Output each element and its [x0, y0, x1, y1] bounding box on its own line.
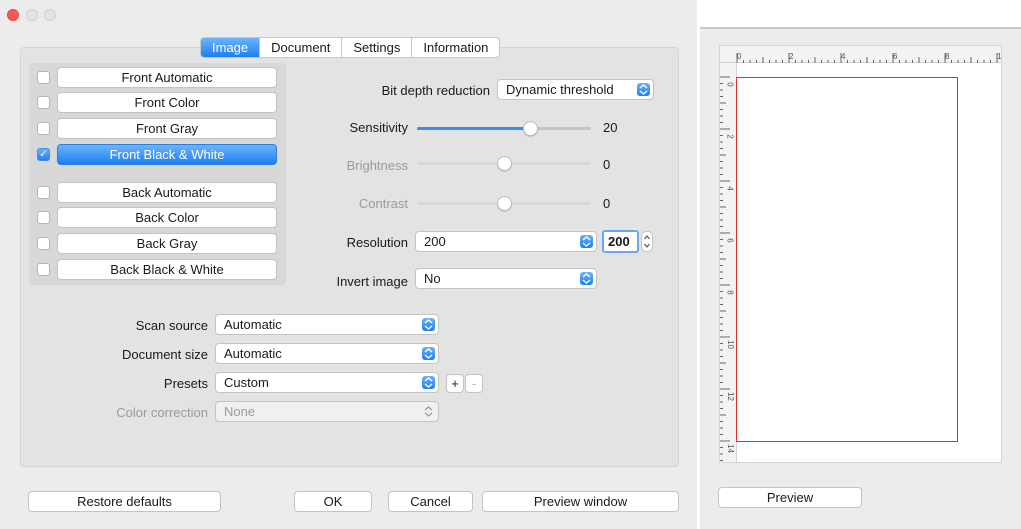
scan-source-label: Scan source: [135, 318, 208, 333]
brightness-value: 0: [603, 157, 611, 172]
dropdown-arrow-icon: [422, 347, 435, 360]
minimize-window-icon[interactable]: [26, 9, 38, 21]
restore-defaults-button[interactable]: Restore defaults: [28, 491, 221, 512]
dropdown-arrow-icon: [637, 83, 650, 96]
front-black-white-checkbox[interactable]: ✓: [37, 148, 50, 161]
resolution-stepper[interactable]: [641, 231, 653, 252]
cancel-button[interactable]: Cancel: [388, 491, 473, 512]
close-window-icon[interactable]: [7, 9, 19, 21]
sensitivity-knob[interactable]: [523, 121, 539, 136]
preview-button[interactable]: Preview: [718, 487, 862, 508]
ruler-ticks-h: [736, 53, 998, 63]
resolution-value: 200: [424, 234, 446, 249]
zoom-window-icon[interactable]: [44, 9, 56, 21]
presets-select[interactable]: Custom: [215, 372, 439, 393]
ruler-label: 1: [997, 52, 1002, 61]
resolution-field[interactable]: 200: [602, 230, 639, 253]
ruler-label: 8: [725, 290, 735, 295]
tab-settings[interactable]: Settings: [342, 38, 413, 57]
presets-label: Presets: [163, 376, 208, 391]
dropdown-arrow-icon: [580, 272, 593, 285]
back-color-checkbox[interactable]: [37, 211, 50, 224]
back-gray-checkbox[interactable]: [37, 237, 50, 250]
sensitivity-slider[interactable]: [417, 127, 591, 130]
invert-image-select[interactable]: No: [415, 268, 597, 289]
ruler-label: 8: [945, 52, 950, 61]
document-size-value: Automatic: [224, 346, 282, 361]
ruler-label: 6: [725, 238, 735, 243]
scan-area-outline[interactable]: [736, 77, 958, 442]
tab-document[interactable]: Document: [260, 38, 343, 57]
bit-depth-label: Bit depth reduction: [381, 83, 490, 98]
back-automatic-checkbox[interactable]: [37, 186, 50, 199]
stepper-arrows-icon: [644, 235, 650, 248]
ruler-label: 2: [725, 134, 735, 139]
dropdown-arrow-icon: [422, 405, 435, 418]
vertical-ruler: 0 2 4 6 8 10 12 14: [719, 63, 737, 463]
horizontal-ruler: 0 2 4 6 8 1: [719, 45, 1002, 63]
ruler-label: 4: [841, 52, 846, 61]
tab-image[interactable]: Image: [201, 38, 261, 57]
document-size-select[interactable]: Automatic: [215, 343, 439, 364]
tab-bar: Image Document Settings Information: [200, 37, 501, 58]
back-automatic-button[interactable]: Back Automatic: [57, 182, 277, 203]
invert-image-value: No: [424, 271, 441, 286]
back-gray-button[interactable]: Back Gray: [57, 233, 277, 254]
front-gray-checkbox[interactable]: [37, 122, 50, 135]
tab-information[interactable]: Information: [412, 38, 499, 57]
document-size-label: Document size: [122, 347, 208, 362]
ruler-label: 0: [737, 52, 742, 61]
presets-value: Custom: [224, 375, 269, 390]
ruler-label: 2: [789, 52, 794, 61]
contrast-label: Contrast: [358, 196, 408, 211]
ruler-label: 6: [893, 52, 898, 61]
contrast-knob: [497, 196, 512, 211]
bit-depth-value: Dynamic threshold: [506, 82, 614, 97]
sensitivity-fill: [417, 127, 531, 130]
remove-preset-button[interactable]: -: [465, 374, 483, 393]
bit-depth-select[interactable]: Dynamic threshold: [497, 79, 654, 100]
dropdown-arrow-icon: [422, 318, 435, 331]
sensitivity-label: Sensitivity: [349, 120, 408, 135]
ruler-label: 10: [725, 340, 735, 349]
scan-source-select[interactable]: Automatic: [215, 314, 439, 335]
front-black-white-button[interactable]: Front Black & White: [57, 144, 277, 165]
front-gray-button[interactable]: Front Gray: [57, 118, 277, 139]
ruler-label: 0: [725, 82, 735, 87]
back-color-button[interactable]: Back Color: [57, 207, 277, 228]
preview-window-button[interactable]: Preview window: [482, 491, 679, 512]
sensitivity-value: 20: [603, 120, 618, 135]
back-black-white-button[interactable]: Back Black & White: [57, 259, 277, 280]
front-automatic-button[interactable]: Front Automatic: [57, 67, 277, 88]
brightness-knob: [497, 156, 512, 171]
ruler-label: 12: [725, 392, 735, 401]
front-color-button[interactable]: Front Color: [57, 92, 277, 113]
ruler-label: 4: [725, 186, 735, 191]
ruler-label: 14: [725, 444, 735, 453]
ok-button[interactable]: OK: [294, 491, 372, 512]
color-correction-value: None: [224, 404, 256, 419]
front-color-checkbox[interactable]: [37, 96, 50, 109]
scan-source-value: Automatic: [224, 317, 282, 332]
add-preset-button[interactable]: +: [446, 374, 464, 393]
dropdown-arrow-icon: [580, 235, 593, 248]
dropdown-arrow-icon: [422, 376, 435, 389]
resolution-select[interactable]: 200: [415, 231, 597, 252]
front-automatic-checkbox[interactable]: [37, 71, 50, 84]
contrast-value: 0: [603, 196, 611, 211]
color-correction-label: Color correction: [116, 405, 208, 420]
checkmark-icon: ✓: [39, 149, 48, 160]
resolution-label: Resolution: [346, 235, 408, 250]
back-black-white-checkbox[interactable]: [37, 263, 50, 276]
color-correction-select: None: [215, 401, 439, 422]
title-bar: [0, 0, 697, 30]
invert-image-label: Invert image: [336, 274, 408, 289]
brightness-label: Brightness: [346, 158, 408, 173]
